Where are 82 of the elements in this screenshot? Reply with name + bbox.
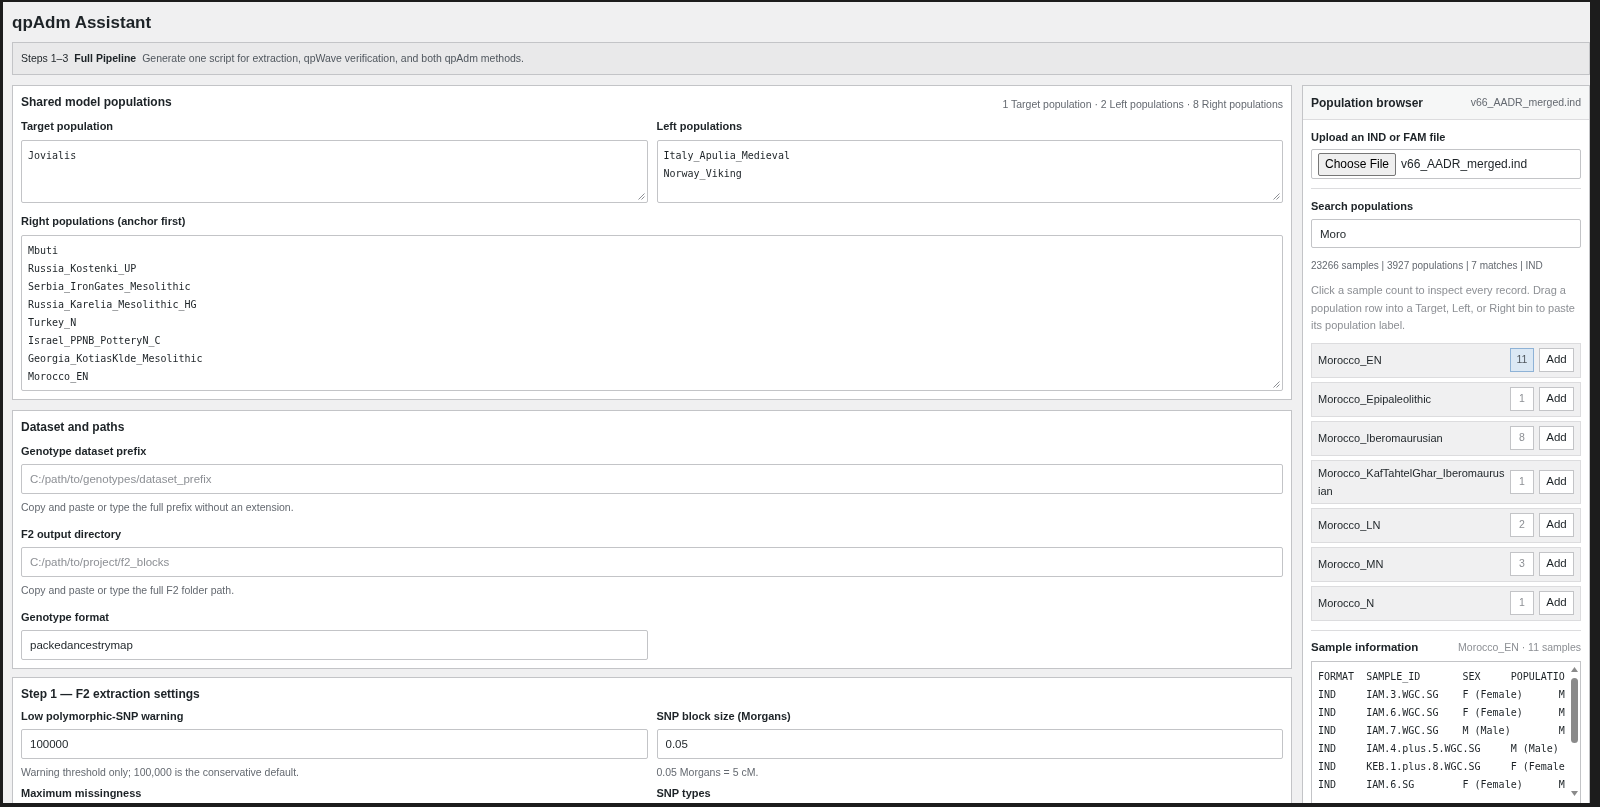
field-hint: Copy and paste or type the full F2 folder path. [21,583,235,597]
population-stats: 23266 samples | 3927 populations | 7 matches | IND [1311,259,1543,273]
loaded-file-name: v66_AADR_merged.ind [1470,94,1581,110]
section-heading: Shared model populations [21,94,172,111]
population-row[interactable]: Morocco_EN 11 Add [1311,342,1581,378]
text-input-field[interactable]: C:/path/to/project/f2_blocks [21,547,1283,577]
pipeline-description: Generate one script for extraction, qpWave verification, and both qpAdm methods. [142,50,525,66]
population-row[interactable]: Morocco_KafTahtelGhar_Iberomaurusian 1 Add [1311,459,1581,504]
field-label: SNP types [656,786,711,800]
field-label: Genotype format [21,610,109,625]
scroll-down-arrow-icon [1570,790,1578,796]
sample-count-button[interactable]: 11 [1510,348,1534,372]
steps-label: Steps 1–3 [21,50,69,66]
textarea-field[interactable]: Mbuti Russia_Kostenki_UP Serbia_IronGates_Mesolithic Russia_Karelia_Mesolithic_HG Turkey_N Israel_PPNB_PotteryN_C Georgia_KotiasKlde_Mesolithic Morocco_EN [21,235,1283,391]
text-input-field[interactable]: 100000 [21,729,648,759]
resize-handle-icon [1273,193,1280,200]
add-button[interactable]: Add [1539,426,1574,450]
field-label: SNP block size (Morgans) [656,709,791,724]
field-hint: 0.05 Morgans = 5 cM. [656,765,759,779]
text-input-field[interactable]: packedancestrymap [21,630,648,660]
selected-file-name: v66_AADR_merged.ind [1401,156,1528,173]
field-label: Right populations (anchor first) [21,214,186,229]
add-button[interactable]: Add [1539,387,1574,411]
field-label: Search populations [1311,199,1414,214]
selected-population-summary: Morocco_EN · 11 samples [1458,639,1581,655]
sample-record: IND IAM.6.SG F (Female) M [1318,777,1565,792]
scrollbar-thumb[interactable] [1570,677,1578,743]
help-text: Click a sample count to inspect every record. Drag a population row into a Target, Left, or Right bin to paste its population label. [1311,283,1576,333]
population-name: Morocco_EN [1318,354,1382,366]
textarea-field[interactable]: Italy_Apulia_Medieval Norway_Viking [656,140,1283,203]
sample-count-button[interactable]: 1 [1510,469,1534,494]
add-button[interactable]: Add [1539,591,1574,615]
population-summary: 1 Target population · 2 Left populations · 8 Right populations [1002,97,1283,111]
population-name: Morocco_MN [1318,558,1384,570]
sample-count-button[interactable]: 1 [1510,387,1534,411]
population-row[interactable]: Morocco_MN 3 Add [1311,546,1581,582]
sample-record: IND KEB.1.plus.8.WGC.SG F (Female [1318,759,1565,774]
field-label: Maximum missingness [21,786,142,800]
field-label: Target population [21,119,114,134]
section-heading: Step 1 — F2 extraction settings [21,686,200,703]
field-label: Upload an IND or FAM file [1311,130,1446,145]
record-column-headers: FORMAT SAMPLE_ID SEX POPULATIO [1318,669,1565,685]
field-label: F2 output directory [21,527,122,542]
choose-file-button[interactable]: Choose File [1318,152,1397,176]
search-field[interactable]: Moro [1311,219,1581,248]
sample-count-button[interactable]: 8 [1510,426,1534,450]
population-row[interactable]: Morocco_LN 2 Add [1311,507,1581,543]
field-label: Genotype dataset prefix [21,444,147,459]
scroll-up-arrow-icon [1570,666,1578,672]
field-hint: Warning threshold only; 100,000 is the conservative default. [21,765,300,779]
sample-record: IND IAM.6.WGC.SG F (Female) M [1318,705,1565,720]
sample-record: IND IAM.4.plus.5.WGC.SG M (Male) [1318,741,1559,756]
text-input-field[interactable]: C:/path/to/genotypes/dataset_prefix [21,464,1283,494]
add-button[interactable]: Add [1539,513,1574,537]
population-name: Morocco_Iberomaurusian [1318,432,1443,444]
population-row[interactable]: Morocco_Epipaleolithic 1 Add [1311,381,1581,417]
section-heading: Sample information [1311,639,1419,655]
sample-record: IND IAM.7.WGC.SG M (Male) M [1318,723,1565,738]
add-button[interactable]: Add [1539,469,1574,494]
text-input-field[interactable]: 0.05 [656,729,1283,759]
pipeline-mode: Full Pipeline [74,50,137,66]
resize-handle-icon [1273,381,1280,388]
page-title: qpAdm Assistant [12,12,152,34]
field-hint: Copy and paste or type the full prefix without an extension. [21,500,294,514]
textarea-field[interactable]: Jovialis [21,140,648,203]
panel-title: Population browser [1311,94,1423,112]
population-name: Morocco_Epipaleolithic [1318,393,1432,405]
file-input-field[interactable]: Choose File v66_AADR_merged.ind [1311,149,1581,179]
sample-count-button[interactable]: 1 [1510,591,1534,615]
sample-record: IND IAM.3.WGC.SG F (Female) M [1318,687,1565,702]
population-row[interactable]: Morocco_Iberomaurusian 8 Add [1311,420,1581,456]
population-row[interactable]: Morocco_N 1 Add [1311,585,1581,621]
section-heading: Dataset and paths [21,419,125,436]
sample-count-button[interactable]: 2 [1510,513,1534,537]
population-name: Morocco_N [1318,597,1375,609]
add-button[interactable]: Add [1539,348,1574,372]
population-name: Morocco_LN [1318,519,1381,531]
resize-handle-icon [637,193,645,200]
population-name: Morocco_KafTahtelGhar_Iberomaurusian [1318,466,1505,497]
field-label: Low polymorphic-SNP warning [21,709,184,724]
add-button[interactable]: Add [1539,552,1574,576]
field-label: Left populations [656,119,743,134]
